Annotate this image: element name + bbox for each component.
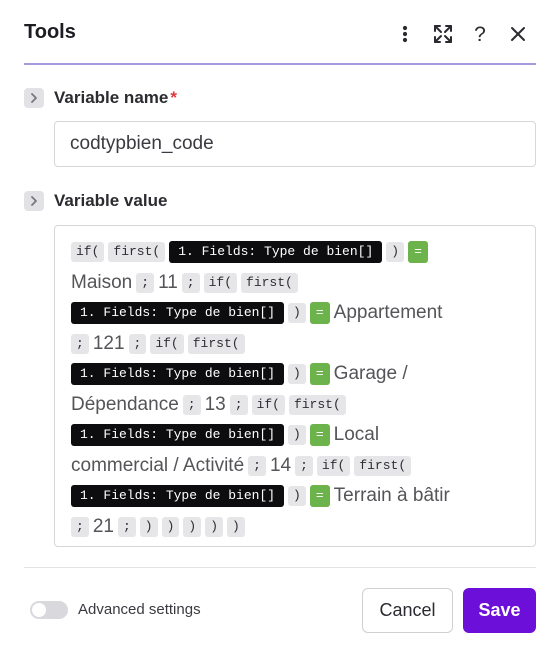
formula-function-token[interactable]: ; [136,272,155,293]
more-options-button[interactable] [391,20,419,48]
variable-name-label: Variable name [54,88,169,107]
formula-text: commercial / Activité [71,454,245,476]
variable-name-input[interactable] [54,121,536,167]
formula-function-token[interactable]: first( [354,455,412,476]
formula-function-token[interactable]: first( [187,333,245,354]
formula-variable-token[interactable]: 1. Fields: Type de bien[] [71,485,285,508]
formula-function-token[interactable]: first( [108,242,166,263]
formula-operator-token[interactable]: = [309,363,330,386]
formula-function-token[interactable]: ; [117,516,136,537]
header-divider [24,63,536,65]
dialog-header: Tools ? [0,0,556,65]
formula-function-token[interactable]: ) [227,516,245,537]
question-mark-icon: ? [474,22,486,46]
variable-value-section: Variable value [24,191,167,211]
formula-line: 1. Fields: Type de bien[]) = Terrain à bât… [71,481,525,512]
formula-text: Local [333,424,380,446]
advanced-settings-label: Advanced settings [78,601,201,618]
chevron-right-icon [31,93,37,103]
formula-text: Terrain à bâtir [333,485,450,507]
formula-line: 1. Fields: Type de bien[]) = Appartement [71,298,525,329]
formula-function-token[interactable]: if( [71,242,105,263]
formula-text: 11 [158,271,178,293]
close-button[interactable] [504,20,532,48]
formula-operator-token[interactable]: = [309,485,330,508]
formula-function-token[interactable]: ; [182,394,201,415]
formula-function-token[interactable]: if( [203,272,238,293]
formula-text: 13 [204,393,226,415]
variable-name-toggle[interactable] [24,88,44,108]
formula-text: Appartement [333,302,443,324]
formula-text: 21 [92,515,114,537]
vertical-dots-icon [402,25,408,43]
expand-arrows-icon [434,25,452,43]
formula-function-token[interactable]: ) [288,425,306,446]
save-button[interactable]: Save [463,588,536,633]
footer-divider [24,567,536,568]
expand-button[interactable] [429,20,457,48]
chevron-right-icon [31,196,37,206]
toggle-knob [32,603,46,617]
formula-function-token[interactable]: first( [241,272,298,293]
formula-line: 1. Fields: Type de bien[]) = Local [71,420,525,451]
formula-text: Garage / [333,363,408,385]
variable-name-section: Variable name * [24,88,177,108]
formula-line: 1. Fields: Type de bien[]) = Garage / [71,359,525,390]
formula-function-token[interactable]: ) [183,516,202,537]
variable-value-editor[interactable]: if(first(1. Fields: Type de bien[]) = Mais… [54,225,536,547]
advanced-settings-toggle[interactable] [30,601,68,619]
required-mark: * [170,88,177,107]
formula-line: Maison; 11; if(first( [71,268,525,299]
formula-function-token[interactable]: ) [205,516,224,537]
formula-function-token[interactable]: ; [71,333,89,354]
formula-function-token[interactable]: first( [288,394,346,415]
formula-function-token[interactable]: ; [295,455,313,476]
formula-function-token[interactable]: if( [316,455,351,476]
formula-function-token[interactable]: ) [288,303,306,324]
formula-variable-token[interactable]: 1. Fields: Type de bien[] [71,363,285,386]
formula-function-token[interactable]: if( [251,394,285,415]
formula-function-token[interactable]: if( [150,333,184,354]
formula-line: if(first(1. Fields: Type de bien[]) = [71,237,525,268]
formula-text: 14 [269,454,292,476]
formula-function-token[interactable]: ) [288,364,306,385]
formula-operator-token[interactable]: = [309,424,330,447]
formula-function-token[interactable]: ; [181,272,200,293]
formula-function-token[interactable]: ) [288,486,306,507]
formula-function-token[interactable]: ; [248,455,266,476]
formula-function-token[interactable]: ; [71,516,89,537]
close-icon [511,27,525,41]
formula-variable-token[interactable]: 1. Fields: Type de bien[] [71,302,285,325]
cancel-button[interactable]: Cancel [362,588,453,633]
formula-text: Maison [71,271,133,293]
variable-value-label: Variable value [54,191,168,210]
formula-variable-token[interactable]: 1. Fields: Type de bien[] [169,241,383,264]
formula-function-token[interactable]: ) [386,242,405,263]
formula-function-token[interactable]: ) [161,516,180,537]
help-button[interactable]: ? [466,20,494,48]
formula-line: commercial / Activité; 14; if(first( [71,451,525,482]
formula-line: ; 21;))))) [71,512,525,543]
variable-value-toggle[interactable] [24,191,44,211]
formula-function-token[interactable]: ) [139,516,158,537]
formula-text: 121 [92,332,125,354]
formula-variable-token[interactable]: 1. Fields: Type de bien[] [71,424,285,447]
formula-line: Dépendance; 13; if(first( [71,390,525,421]
formula-operator-token[interactable]: = [309,302,330,325]
formula-function-token[interactable]: ; [128,333,147,354]
dialog-title: Tools [24,21,76,43]
formula-operator-token[interactable]: = [408,241,428,264]
formula-function-token[interactable]: ; [229,394,248,415]
formula-text: Dépendance [71,393,179,415]
formula-line: ; 121; if(first( [71,329,525,360]
